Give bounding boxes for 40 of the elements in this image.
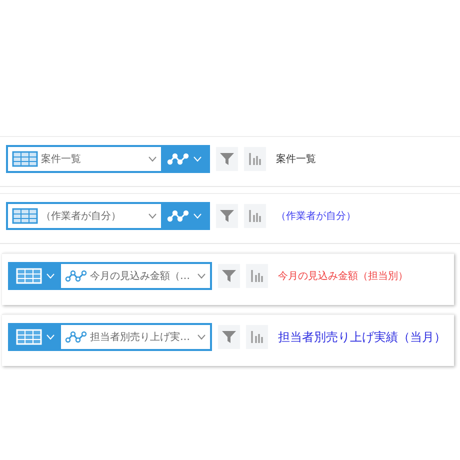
filter-icon [220, 209, 234, 223]
line-chart-icon [65, 330, 87, 344]
line-chart-icon [167, 209, 189, 223]
table-icon [16, 329, 42, 345]
bar-chart-icon [251, 331, 263, 343]
view-select[interactable]: （作業者が自分） [8, 204, 161, 228]
line-chart-icon [65, 269, 87, 283]
table-icon [12, 151, 38, 167]
filter-button[interactable] [218, 325, 240, 349]
caret-icon [197, 334, 206, 340]
table-icon [12, 208, 38, 224]
chart-title: （作業者が自分） [276, 210, 356, 223]
table-icon [16, 268, 42, 284]
chart-button[interactable] [246, 325, 268, 349]
view-select[interactable]: 案件一覧 [8, 147, 161, 171]
filter-button[interactable] [218, 264, 240, 288]
filter-icon [222, 330, 236, 344]
bar-chart-icon [249, 153, 261, 165]
chart-select[interactable]: 今月の見込み金額（… [61, 264, 210, 288]
filter-icon [222, 269, 236, 283]
caret-icon [148, 213, 157, 219]
filter-button[interactable] [216, 204, 238, 228]
caret-icon [197, 273, 206, 279]
bar-chart-icon [251, 270, 263, 282]
caret-icon [148, 156, 157, 162]
chart-button[interactable] [246, 264, 268, 288]
line-chart-icon [167, 152, 189, 166]
chart-title: 担当者別売り上げ実績（当月） [278, 328, 446, 346]
filter-icon [220, 152, 234, 166]
bar-chart-icon [249, 210, 261, 222]
chart-select[interactable]: 担当者別売り上げ実… [61, 325, 210, 349]
caret-icon [193, 213, 202, 219]
caret-icon [193, 156, 202, 162]
caret-icon [46, 334, 55, 340]
chart-title: 今月の見込み金額（担当別） [278, 270, 408, 283]
chart-title: 案件一覧 [276, 152, 316, 166]
chart-button[interactable] [244, 204, 266, 228]
chart-button[interactable] [244, 147, 266, 171]
caret-icon [46, 273, 55, 279]
filter-button[interactable] [216, 147, 238, 171]
